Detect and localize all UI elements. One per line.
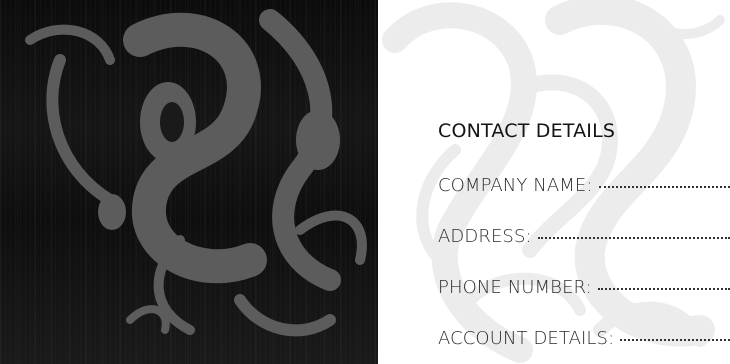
contact-details-heading: CONTACT DETAILS — [438, 120, 616, 142]
company-name-label: COMPANY NAME: — [438, 175, 593, 195]
account-details-field: ACCOUNT DETAILS: — [438, 322, 730, 348]
account-details-label: ACCOUNT DETAILS: — [438, 328, 615, 348]
dark-wood-panel — [0, 0, 378, 364]
address-field: ADDRESS: — [438, 220, 730, 246]
company-name-dotted-line — [598, 169, 730, 188]
phone-number-dotted-line — [597, 271, 730, 290]
company-name-field: COMPANY NAME: — [438, 169, 730, 195]
account-details-dotted-line — [620, 322, 730, 341]
letterhead-page: CONTACT DETAILS COMPANY NAME: ADDRESS: P… — [0, 0, 730, 364]
phone-number-label: PHONE NUMBER: — [438, 277, 592, 297]
address-label: ADDRESS: — [438, 226, 532, 246]
phone-number-field: PHONE NUMBER: — [438, 271, 730, 297]
contact-details-block: CONTACT DETAILS COMPANY NAME: ADDRESS: P… — [438, 118, 730, 364]
address-dotted-line — [537, 220, 730, 239]
